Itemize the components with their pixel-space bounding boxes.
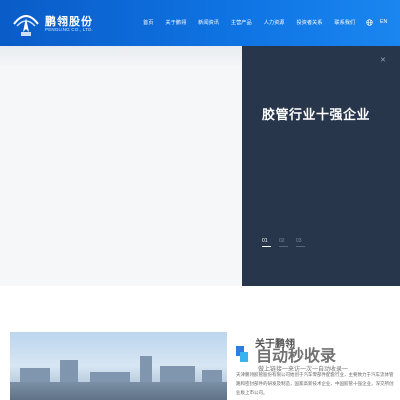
nav-home[interactable]: 首页: [137, 0, 159, 46]
company-logo[interactable]: 鹏翎股份 PENGLING CO., LTD.: [12, 10, 94, 38]
nav-contact[interactable]: 联系我们: [328, 0, 361, 46]
photo-building: [202, 370, 222, 382]
main-nav: 首页 关于鹏翎 新闻资讯 主营产品 人力资源 投资者关系 联系我们: [137, 0, 361, 46]
slide-dot-underline: [296, 246, 305, 247]
nav-about[interactable]: 关于鹏翎: [159, 0, 192, 46]
slide-dot-underline: [279, 246, 288, 247]
watermark-logo-icon: [236, 346, 248, 362]
photo-building: [60, 360, 78, 382]
about-section: 关于鹏翎 自动秒收录 做上链接一来访一次一自动收录一 天津鹏翎胶管股份有限公司始…: [0, 286, 400, 400]
about-description: 天津鹏翎胶管股份有限公司始创于汽车零部件配套行业，主要致力于汽车流体管路和密封部…: [236, 372, 394, 395]
nav-hr[interactable]: 人力资源: [258, 0, 291, 46]
slide-dot-label: 02: [279, 238, 285, 244]
slide-dot-underline: [262, 246, 271, 247]
slide-pagination: 01 02 03: [262, 238, 305, 247]
language-switch[interactable]: EN: [380, 19, 387, 25]
slide-dot-1[interactable]: 01: [262, 238, 271, 247]
photo-building: [160, 366, 195, 382]
nav-products[interactable]: 主营产品: [225, 0, 258, 46]
photo-building: [90, 372, 130, 382]
logo-text-en: PENGLING CO., LTD.: [45, 27, 94, 32]
photo-building: [140, 356, 152, 382]
hero-caption-panel: ✕ 胶管行业十强企业 01 02 03: [242, 46, 400, 286]
slide-dot-label: 01: [262, 238, 268, 244]
nav-news[interactable]: 新闻资讯: [192, 0, 225, 46]
logo-mark-icon: [13, 15, 39, 36]
slide-dot-2[interactable]: 02: [279, 238, 288, 247]
hero-banner: ✕ 胶管行业十强企业 01 02 03: [0, 46, 400, 286]
watermark-title: 自动秒收录: [256, 348, 337, 365]
hero-title: 胶管行业十强企业: [262, 107, 371, 122]
close-icon[interactable]: ✕: [380, 56, 386, 64]
photo-building: [20, 368, 50, 382]
site-header: 鹏翎股份 PENGLING CO., LTD. 首页 关于鹏翎 新闻资讯 主营产…: [0, 0, 400, 46]
factory-photo: [10, 332, 227, 400]
slide-dot-3[interactable]: 03: [296, 238, 305, 247]
watermark: 自动秒收录 做上链接一来访一次一自动收录一: [232, 342, 392, 373]
photo-ground: [10, 382, 227, 400]
slide-dot-label: 03: [296, 238, 302, 244]
globe-icon[interactable]: [366, 19, 373, 26]
nav-investors[interactable]: 投资者关系: [290, 0, 328, 46]
